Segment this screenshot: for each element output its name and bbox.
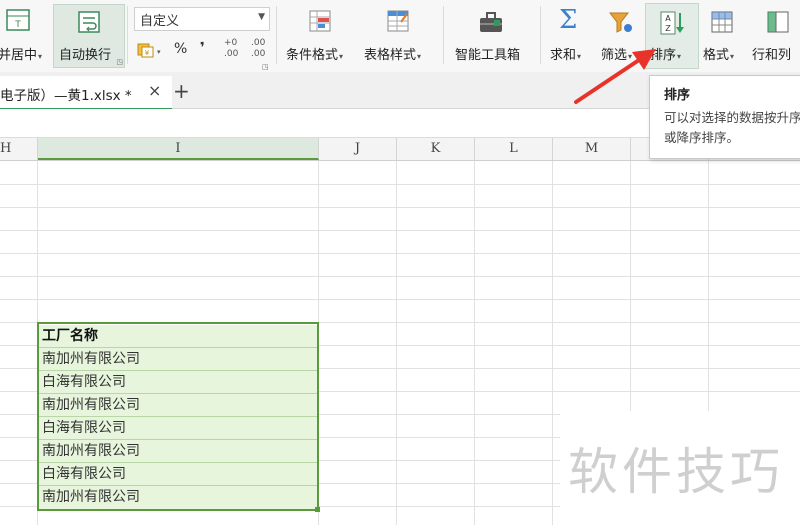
column-header-k[interactable]: K — [397, 138, 475, 160]
fill-handle[interactable] — [315, 507, 320, 512]
increase-decimal-icon: +0 — [224, 38, 238, 48]
column-header-m[interactable]: M — [553, 138, 631, 160]
table-style-label: 表格样式 — [364, 48, 417, 63]
sort-tooltip: 排序 可以对选择的数据按升序或降序排序。 — [649, 75, 800, 159]
column-header-l[interactable]: L — [475, 138, 553, 160]
grid-line — [708, 161, 709, 411]
format-button[interactable]: 格式▾ — [703, 44, 734, 63]
column-header-h[interactable]: H — [0, 138, 38, 160]
grid-line — [552, 161, 553, 525]
svg-text:Z: Z — [665, 24, 671, 33]
chevron-down-icon: ▾ — [38, 52, 43, 61]
new-tab-icon[interactable]: + — [173, 79, 190, 103]
column-header-j[interactable]: J — [319, 138, 397, 160]
file-tab[interactable]: 电子版）—黄1.xlsx * × — [0, 76, 172, 110]
increase-decimal-label: .00 — [224, 49, 239, 59]
table-row[interactable]: 南加州有限公司 — [38, 394, 319, 417]
toolbox-icon — [477, 10, 505, 38]
sort-icon: AZ — [658, 9, 686, 41]
table-style-button[interactable]: 表格样式▾ — [364, 44, 421, 63]
format-label: 格式 — [703, 48, 730, 63]
column-header-i[interactable]: I — [38, 138, 319, 160]
conditional-format-label: 条件格式 — [286, 48, 339, 63]
divider — [276, 6, 277, 64]
svg-text:¥: ¥ — [145, 49, 150, 57]
ribbon-toolbar: T 并居中▾ 自动换行 ◳ 自定义 ▼ ¥ ▾ % ❜ +0 .00 .00 .0… — [0, 0, 800, 73]
chevron-down-icon: ▾ — [677, 52, 682, 61]
percent-button[interactable]: % — [174, 41, 187, 57]
format-icon — [709, 9, 735, 39]
smart-toolbox-button[interactable]: 智能工具箱 — [455, 44, 520, 63]
grid-line — [0, 253, 800, 254]
table-header-cell[interactable]: 工厂名称 — [38, 325, 319, 348]
decrease-decimal-button[interactable]: .00 .00 — [251, 38, 269, 62]
chevron-down-icon: ▾ — [417, 52, 422, 61]
watermark: 软件技巧 — [568, 443, 784, 501]
merge-center-icon: T — [4, 6, 32, 38]
grid-line — [396, 161, 397, 525]
table-row[interactable]: 白海有限公司 — [38, 371, 319, 394]
filter-icon — [608, 10, 634, 38]
rows-columns-icon — [765, 9, 791, 39]
decrease-decimal-label: .00 — [251, 49, 266, 59]
currency-format-button[interactable]: ¥ ▾ — [137, 40, 161, 60]
number-format-select[interactable]: 自定义 ▼ — [134, 7, 270, 31]
grid-line — [0, 230, 800, 231]
thousands-separator-button[interactable]: ❜ — [200, 40, 205, 56]
dialog-launcher-icon[interactable]: ◳ — [116, 58, 123, 66]
conditional-format-button[interactable]: 条件格式▾ — [286, 44, 343, 63]
grid-line — [0, 184, 800, 185]
table-row[interactable]: 南加州有限公司 — [38, 440, 319, 463]
merge-center-button[interactable]: 并居中▾ — [0, 44, 42, 63]
grid-line — [0, 207, 800, 208]
grid-line — [630, 161, 631, 411]
rows-columns-button[interactable]: 行和列 — [752, 44, 791, 63]
wrap-text-icon — [75, 8, 103, 40]
conditional-format-icon — [307, 8, 333, 38]
chevron-down-icon: ▼ — [258, 12, 265, 22]
wrap-text-button[interactable]: 自动换行 ◳ — [53, 4, 125, 68]
dialog-launcher-icon[interactable]: ◳ — [262, 63, 269, 71]
table-row[interactable]: 白海有限公司 — [38, 463, 319, 486]
grid-line — [0, 299, 800, 300]
svg-text:A: A — [665, 14, 671, 23]
number-format-value: 自定义 — [140, 14, 180, 29]
divider — [540, 6, 541, 64]
currency-icon: ¥ ▾ — [137, 43, 161, 58]
grid-line — [0, 322, 800, 323]
grid-line — [474, 161, 475, 525]
chevron-down-icon: ▾ — [339, 52, 344, 61]
increase-decimal-button[interactable]: +0 .00 — [224, 38, 242, 62]
svg-text:T: T — [14, 20, 21, 30]
table-row[interactable]: 南加州有限公司 — [38, 348, 319, 371]
table-row[interactable]: 白海有限公司 — [38, 417, 319, 440]
chevron-down-icon: ▾ — [730, 52, 735, 61]
file-tab-label: 电子版）—黄1.xlsx * — [0, 88, 132, 104]
divider — [443, 6, 444, 64]
divider — [127, 6, 128, 64]
table-style-icon — [385, 8, 411, 38]
table-row[interactable]: 南加州有限公司 — [38, 486, 319, 509]
decrease-decimal-icon: .00 — [251, 38, 266, 48]
tooltip-body: 可以对选择的数据按升序或降序排序。 — [664, 110, 800, 145]
merge-center-label: 并居中 — [0, 48, 38, 63]
close-icon[interactable]: × — [148, 81, 161, 100]
wrap-text-label: 自动换行 — [59, 48, 112, 63]
svg-text:▾: ▾ — [157, 48, 161, 56]
grid-line — [0, 276, 800, 277]
sum-icon: Σ — [559, 5, 578, 35]
red-arrow-annotation — [574, 49, 656, 104]
